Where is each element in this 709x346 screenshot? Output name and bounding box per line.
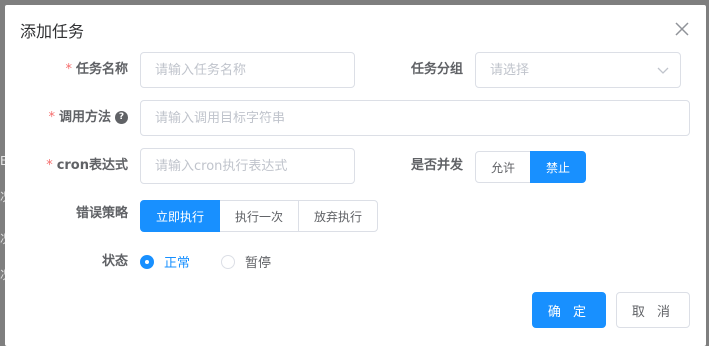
- misfire-execute-now-button[interactable]: 立即执行: [140, 200, 220, 232]
- concurrent-label: 是否并发: [410, 158, 463, 173]
- cron-expression-input[interactable]: [140, 148, 355, 184]
- required-mark: *: [65, 62, 72, 77]
- dialog-title: 添加任务: [20, 22, 85, 41]
- chevron-down-icon: [657, 67, 669, 74]
- concurrent-forbid-button[interactable]: 禁止: [530, 151, 586, 183]
- misfire-policy-label: 错误策略: [75, 206, 128, 221]
- concurrent-toggle-group: 允许 禁止: [475, 151, 586, 183]
- task-name-input[interactable]: [140, 52, 355, 88]
- task-group-select[interactable]: [475, 52, 681, 88]
- status-label: 状态: [101, 254, 128, 269]
- status-normal-radio[interactable]: 正常: [140, 252, 190, 271]
- close-icon[interactable]: [674, 21, 690, 37]
- invoke-method-label: * 调用方法?: [25, 108, 128, 128]
- confirm-button[interactable]: 确 定: [532, 292, 606, 328]
- required-mark: *: [48, 110, 55, 125]
- task-name-label-text: 任务名称: [75, 62, 128, 77]
- invoke-method-label-text: 调用方法: [58, 110, 111, 125]
- question-circle-icon[interactable]: ?: [115, 111, 128, 124]
- cron-label-text: cron表达式: [56, 158, 128, 173]
- cron-label: * cron表达式: [25, 156, 128, 176]
- misfire-abandon-button[interactable]: 放弃执行: [298, 200, 378, 232]
- radio-label: 正常: [164, 256, 191, 271]
- radio-label: 暂停: [245, 256, 272, 271]
- radio-dot-icon: [221, 254, 235, 269]
- misfire-policy-group: 立即执行 执行一次 放弃执行: [140, 200, 378, 232]
- status-paused-radio[interactable]: 暂停: [221, 252, 271, 271]
- task-name-label: * 任务名称: [45, 60, 128, 80]
- misfire-execute-once-button[interactable]: 执行一次: [219, 200, 299, 232]
- cancel-button[interactable]: 取 消: [616, 292, 690, 328]
- radio-dot-icon: [140, 254, 154, 269]
- required-mark: *: [46, 158, 53, 173]
- invoke-method-input[interactable]: [140, 100, 690, 136]
- concurrent-allow-button[interactable]: 允许: [475, 151, 531, 183]
- task-group-label: 任务分组: [410, 62, 463, 77]
